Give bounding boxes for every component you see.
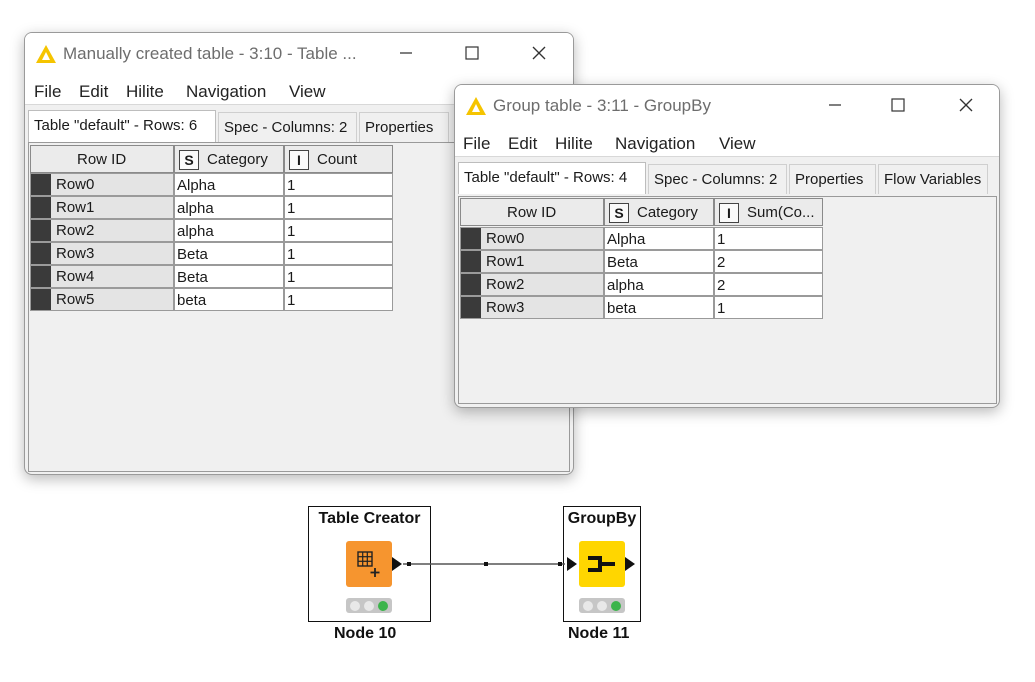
table-row[interactable]: Row3 — [460, 296, 604, 319]
menu-view[interactable]: View — [719, 134, 756, 154]
table-creator-icon[interactable] — [346, 541, 392, 587]
string-type-icon: S — [179, 150, 199, 170]
tab-spec[interactable]: Spec - Columns: 2 — [648, 164, 787, 194]
window-title: Group table - 3:11 - GroupBy — [493, 96, 711, 115]
maximize-icon — [891, 98, 905, 112]
integer-type-icon: I — [719, 203, 739, 223]
menu-edit[interactable]: Edit — [508, 134, 537, 154]
menu-bar: File Edit Hilite Navigation View — [455, 127, 999, 157]
table-cell[interactable]: alpha — [174, 196, 284, 219]
title-bar[interactable]: Group table - 3:11 - GroupBy — [455, 85, 999, 127]
table-row[interactable]: Row4 — [30, 265, 174, 288]
node-title: GroupBy — [567, 510, 637, 527]
output-port-icon — [625, 557, 635, 571]
column-header-count[interactable]: I Count — [284, 145, 393, 173]
maximize-button[interactable] — [452, 39, 492, 67]
table-row[interactable]: Row2 — [30, 219, 174, 242]
column-header-category[interactable]: S Category — [174, 145, 284, 173]
table-cell[interactable]: 1 — [714, 296, 823, 319]
menu-navigation[interactable]: Navigation — [615, 134, 695, 154]
knime-triangle-icon — [466, 97, 486, 115]
table-cell[interactable]: Beta — [174, 265, 284, 288]
table-cell[interactable]: 1 — [284, 288, 393, 311]
close-button[interactable] — [519, 39, 559, 67]
table-cell[interactable]: 1 — [284, 173, 393, 196]
node-status-indicator — [579, 598, 625, 613]
table-cell[interactable]: 2 — [714, 250, 823, 273]
menu-hilite[interactable]: Hilite — [555, 134, 593, 154]
table-row[interactable]: Row1 — [460, 250, 604, 273]
tab-table-default[interactable]: Table "default" - Rows: 4 — [458, 162, 646, 194]
maximize-icon — [465, 46, 479, 60]
tab-properties[interactable]: Properties — [789, 164, 876, 194]
menu-edit[interactable]: Edit — [79, 82, 108, 102]
table-cell[interactable]: alpha — [604, 273, 714, 296]
table-cell[interactable]: Alpha — [604, 227, 714, 250]
table-row[interactable]: Row0 — [30, 173, 174, 196]
table-row[interactable]: Row5 — [30, 288, 174, 311]
data-table[interactable]: Row ID S Category I Sum(Co... Row0 Alpha… — [458, 196, 997, 404]
table-cell[interactable]: 1 — [284, 265, 393, 288]
workflow-connection[interactable] — [390, 550, 650, 580]
tab-flow-variables[interactable]: Flow Variables — [878, 164, 988, 194]
title-bar[interactable]: Manually created table - 3:10 - Table ..… — [25, 33, 573, 75]
table-cell[interactable]: 1 — [284, 242, 393, 265]
node-title: Table Creator — [318, 510, 421, 527]
group-table-window[interactable]: Group table - 3:11 - GroupBy File Edit H… — [454, 84, 1000, 408]
node-status-indicator — [346, 598, 392, 613]
input-port-icon — [567, 557, 577, 571]
close-icon — [959, 98, 973, 112]
menu-file[interactable]: File — [463, 134, 490, 154]
close-button[interactable] — [946, 91, 986, 119]
table-cell[interactable]: beta — [604, 296, 714, 319]
table-cell[interactable]: 1 — [284, 196, 393, 219]
node-label[interactable]: Node 10 — [334, 625, 396, 643]
column-header-rowid[interactable]: Row ID — [30, 145, 174, 173]
node-label[interactable]: Node 11 — [568, 625, 629, 643]
menu-file[interactable]: File — [34, 82, 61, 102]
table-cell[interactable]: Alpha — [174, 173, 284, 196]
minimize-button[interactable] — [386, 39, 426, 67]
knime-triangle-icon — [36, 45, 56, 63]
tab-table-default[interactable]: Table "default" - Rows: 6 — [28, 110, 216, 142]
table-row[interactable]: Row3 — [30, 242, 174, 265]
output-port-icon — [392, 557, 402, 571]
minimize-button[interactable] — [815, 91, 855, 119]
menu-view[interactable]: View — [289, 82, 326, 102]
table-cell[interactable]: Beta — [174, 242, 284, 265]
minimize-icon — [829, 104, 841, 106]
close-icon — [532, 46, 546, 60]
table-cell[interactable]: Beta — [604, 250, 714, 273]
table-cell[interactable]: beta — [174, 288, 284, 311]
tab-properties[interactable]: Properties — [359, 112, 449, 142]
table-cell[interactable]: alpha — [174, 219, 284, 242]
table-cell[interactable]: 1 — [284, 219, 393, 242]
table-row[interactable]: Row0 — [460, 227, 604, 250]
column-header-sum[interactable]: I Sum(Co... — [714, 198, 823, 226]
table-cell[interactable]: 2 — [714, 273, 823, 296]
window-title: Manually created table - 3:10 - Table ..… — [63, 44, 357, 63]
menu-hilite[interactable]: Hilite — [126, 82, 164, 102]
column-header-category[interactable]: S Category — [604, 198, 714, 226]
string-type-icon: S — [609, 203, 629, 223]
maximize-button[interactable] — [878, 91, 918, 119]
minimize-icon — [400, 52, 412, 54]
table-cell[interactable]: 1 — [714, 227, 823, 250]
menu-navigation[interactable]: Navigation — [186, 82, 266, 102]
integer-type-icon: I — [289, 150, 309, 170]
table-row[interactable]: Row2 — [460, 273, 604, 296]
table-row[interactable]: Row1 — [30, 196, 174, 219]
column-header-rowid[interactable]: Row ID — [460, 198, 604, 226]
tab-spec[interactable]: Spec - Columns: 2 — [218, 112, 357, 142]
